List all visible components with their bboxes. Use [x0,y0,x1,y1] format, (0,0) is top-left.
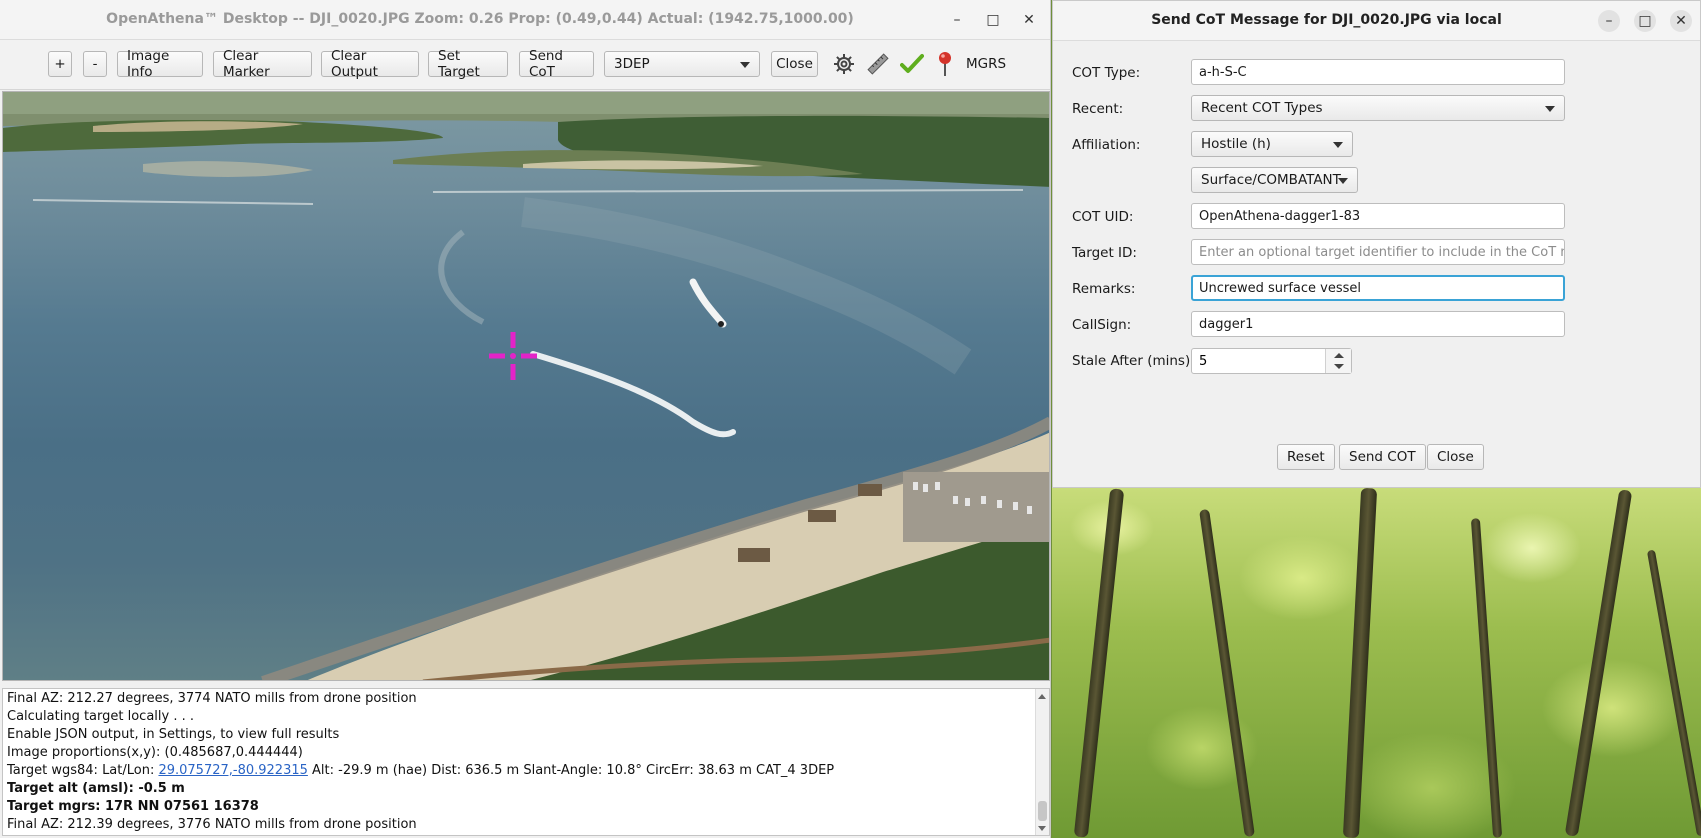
output-console[interactable]: Final AZ: 212.27 degrees, 3774 NATO mill… [2,688,1050,836]
stepper-buttons[interactable] [1325,349,1351,373]
zoom-out-button[interactable]: - [83,51,107,77]
tree-trunk [1073,488,1125,838]
zoom-in-button[interactable]: + [48,51,72,77]
remarks-field[interactable]: Uncrewed surface vessel [1191,275,1565,301]
affiliation-label: Affiliation: [1072,137,1141,153]
console-line: Calculating target locally . . . [7,709,195,724]
dimension-value: Surface/COMBATANT [1201,172,1341,188]
recent-cot-types-value: Recent COT Types [1201,100,1323,116]
dimension-select[interactable]: Surface/COMBATANT [1191,167,1358,193]
gear-icon[interactable] [832,52,856,76]
main-window-title: OpenAthena™ Desktop -- DJI_0020.JPG Zoom… [106,11,854,27]
scroll-up-icon[interactable] [1038,694,1046,699]
recent-cot-types-select[interactable]: Recent COT Types [1191,95,1565,121]
stale-after-label: Stale After (mins): [1072,353,1195,369]
decrement-icon[interactable] [1334,364,1344,369]
cot-titlebar: Send CoT Message for DJI_0020.JPG via lo… [1053,1,1700,41]
cot-window-controls: – □ ✕ [1598,10,1692,32]
close-dialog-button[interactable]: Close [1427,444,1484,470]
ruler-icon[interactable] [866,52,890,76]
clear-marker-button[interactable]: Clear Marker [213,48,312,80]
main-titlebar: OpenAthena™ Desktop -- DJI_0020.JPG Zoom… [0,0,1050,40]
cot-uid-label: COT UID: [1072,209,1134,225]
send-cot-button[interactable]: Send CoT [519,48,594,80]
tree-trunk [1646,549,1701,837]
target-wgs84-prefix: Target wgs84: Lat/Lon: [7,763,159,778]
console-line: Image proportions(x,y): (0.485687,0.4444… [7,745,303,760]
console-line: Final AZ: 212.39 degrees, 3776 NATO mill… [7,817,417,832]
image-info-button[interactable]: Image Info [117,48,203,80]
cot-dialog-title: Send CoT Message for DJI_0020.JPG via lo… [1151,12,1502,28]
callsign-field[interactable]: dagger1 [1191,311,1565,337]
target-coords-link[interactable]: 29.075727,-80.922315 [158,763,307,778]
dem-source-value: 3DEP [614,56,650,72]
coord-format-label[interactable]: MGRS [966,56,1006,72]
affiliation-value: Hostile (h) [1201,136,1271,152]
target-marker [487,330,539,382]
increment-icon[interactable] [1334,353,1344,358]
cot-uid-field[interactable]: OpenAthena-dagger1-83 [1191,203,1565,229]
target-id-label: Target ID: [1072,245,1137,261]
chevron-down-icon [1338,178,1348,184]
map-pin-icon[interactable] [935,50,955,78]
console-target-wgs84-line: Target wgs84: Lat/Lon: 29.075727,-80.922… [7,763,834,778]
console-scrollbar[interactable] [1035,689,1049,835]
tree-trunk [1199,508,1255,838]
reset-button[interactable]: Reset [1277,444,1335,470]
set-target-button[interactable]: Set Target [428,48,508,80]
target-id-field[interactable]: Enter an optional target identifier to i… [1191,239,1565,265]
scroll-down-icon[interactable] [1038,826,1046,831]
scrollbar-thumb[interactable] [1038,801,1047,821]
dem-source-select[interactable]: 3DEP [604,51,760,77]
close-window-button[interactable]: ✕ [1018,9,1040,31]
tree-trunk [1564,489,1633,837]
send-cot-dialog: Send CoT Message for DJI_0020.JPG via lo… [1052,0,1701,488]
maximize-button[interactable]: □ [1634,10,1656,32]
tree-trunk [1470,518,1503,838]
openathena-main-window: OpenAthena™ Desktop -- DJI_0020.JPG Zoom… [0,0,1051,838]
target-wgs84-details: Alt: -29.9 m (hae) Dist: 636.5 m Slant-A… [307,763,835,778]
close-window-button[interactable]: ✕ [1670,10,1692,32]
console-target-mgrs: Target mgrs: 17R NN 07561 16378 [7,799,259,814]
chevron-down-icon [740,62,750,68]
desktop-wallpaper [1052,487,1701,838]
aerial-image[interactable] [2,91,1050,681]
send-cot-dialog-button[interactable]: Send COT [1339,444,1426,470]
recent-label: Recent: [1072,101,1124,117]
minimize-button[interactable]: – [1598,10,1620,32]
chevron-down-icon [1333,142,1343,148]
clear-output-button[interactable]: Clear Output [321,48,419,80]
close-image-button[interactable]: Close [771,51,818,77]
stale-after-value: 5 [1199,353,1208,369]
main-window-controls: – □ ✕ [946,9,1040,31]
console-line: Final AZ: 212.27 degrees, 3774 NATO mill… [7,691,417,706]
stale-after-stepper[interactable]: 5 [1191,348,1352,374]
affiliation-select[interactable]: Hostile (h) [1191,131,1353,157]
chevron-down-icon [1545,106,1555,112]
tree-trunk [1342,487,1378,838]
remarks-label: Remarks: [1072,281,1136,297]
maximize-button[interactable]: □ [982,9,1004,31]
minimize-button[interactable]: – [946,9,968,31]
console-target-alt: Target alt (amsl): -0.5 m [7,781,185,796]
cot-type-field[interactable]: a-h-S-C [1191,59,1565,85]
console-line: Enable JSON output, in Settings, to view… [7,727,340,742]
cot-type-label: COT Type: [1072,65,1141,81]
callsign-label: CallSign: [1072,317,1132,333]
checkmark-icon[interactable] [900,52,924,76]
